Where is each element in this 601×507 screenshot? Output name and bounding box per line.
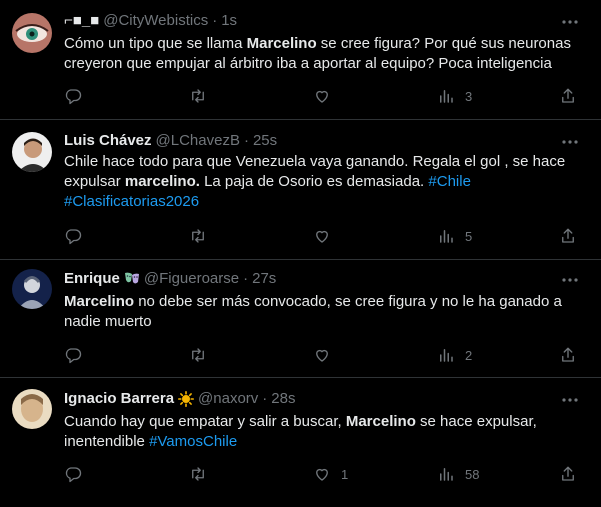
share-icon [562,347,574,362]
share-button[interactable] [559,345,577,365]
like-count: 1 [341,466,349,482]
timestamp[interactable]: 27s [252,269,276,289]
highlighted-keyword: Marcelino [246,35,317,52]
reply-icon [65,467,82,483]
theater-masks-emoji-icon [124,271,140,287]
reply-icon [65,229,82,245]
retweet-button[interactable] [189,226,207,246]
analytics-icon [440,90,453,103]
share-icon [562,228,574,243]
hashtag-link[interactable]: #Clasificatorias2026 [64,193,199,210]
avatar-eye-image [12,13,52,53]
like-button[interactable]: 1 [313,464,348,484]
hashtag-link[interactable]: #VamosChile [149,433,237,450]
share-button[interactable] [559,464,577,484]
views-button[interactable]: 5 [437,226,472,246]
author-name[interactable]: Ignacio Barrera [64,389,174,409]
tweet[interactable]: ⌐■_■ @CityWebistics · 1s Cómo un tipo qu… [0,0,601,120]
tweet-text: Marcelino no debe ser más convocado, se … [64,292,584,332]
author-name[interactable]: ⌐■_■ [64,11,99,31]
share-icon [562,88,574,103]
highlighted-keyword: marcelino. [124,173,200,190]
view-count: 3 [465,88,473,104]
author-handle[interactable]: @CityWebistics [103,11,208,31]
heart-icon [316,230,328,243]
avatar[interactable] [12,269,52,309]
analytics-icon [440,230,453,243]
more-options-icon[interactable] [561,13,579,31]
avatar[interactable] [12,389,52,429]
retweet-icon [192,467,204,481]
tweet-actions: 5 [64,226,584,246]
author-name[interactable]: Enrique [64,269,120,289]
author-handle[interactable]: @naxorv [198,389,258,409]
timestamp[interactable]: 1s [221,11,237,31]
avatar-photo [12,389,52,429]
retweet-icon [192,348,204,362]
retweet-button[interactable] [189,86,207,106]
share-button[interactable] [559,86,577,106]
separator-dot: · [212,12,218,29]
tweet-text: Chile hace todo para que Venezuela vaya … [64,152,584,212]
heart-icon [316,468,328,481]
like-button[interactable] [313,226,341,246]
author-handle[interactable]: @Figueroarse [144,269,239,289]
share-icon [562,466,574,481]
reply-button[interactable] [64,464,82,484]
views-button[interactable]: 2 [437,345,472,365]
tweet-actions: 2 [64,345,584,365]
reply-button[interactable] [64,345,82,365]
tweet[interactable]: Enrique @Figueroarse · 27s Marcelino no … [0,260,601,378]
tweet-text: Cuando hay que empatar y salir a buscar,… [64,412,584,452]
tweet-text-segment: no debe ser más convocado, se cree figur… [64,293,562,330]
heart-icon [316,90,328,103]
author-handle[interactable]: @LChavezB [156,131,240,151]
reply-icon [65,348,82,364]
analytics-icon [440,468,453,481]
more-options-icon[interactable] [561,133,579,151]
tweet[interactable]: Luis Chávez @LChavezB · 25s Chile hace t… [0,120,601,260]
like-button[interactable] [313,345,341,365]
view-count: 5 [465,228,473,244]
views-button[interactable]: 58 [437,464,479,484]
hashtag-link[interactable]: #Chile [428,173,471,190]
timestamp[interactable]: 25s [253,131,277,151]
tweet-text: Cómo un tipo que se llama Marcelino se c… [64,34,584,74]
heart-icon [316,349,328,362]
tweet-actions: 1 58 [64,464,584,484]
like-button[interactable] [313,86,341,106]
share-button[interactable] [559,226,577,246]
avatar[interactable] [12,13,52,53]
retweet-icon [192,229,204,243]
author-name[interactable]: Luis Chávez [64,131,152,151]
tweet-actions: 3 [64,86,584,106]
analytics-icon [440,349,453,362]
views-button[interactable]: 3 [437,86,472,106]
tweet-text-segment: La paja de Osorio es demasiada. [199,173,429,190]
highlighted-keyword: Marcelino [64,293,135,310]
tweet-feed: ⌐■_■ @CityWebistics · 1s Cómo un tipo qu… [0,0,601,507]
retweet-button[interactable] [189,345,207,365]
reply-icon [65,89,82,105]
tweet-text-segment: Cuando hay que empatar y salir a buscar, [64,413,346,430]
retweet-icon [192,89,204,103]
avatar-photo [12,269,52,309]
avatar-photo [12,132,52,172]
more-options-icon[interactable] [561,391,579,409]
reply-button[interactable] [64,226,82,246]
timestamp[interactable]: 28s [271,389,295,409]
more-options-icon[interactable] [561,271,579,289]
separator-dot: · [243,270,249,287]
avatar[interactable] [12,132,52,172]
reply-button[interactable] [64,86,82,106]
sun-emoji-icon [178,391,195,407]
tweet-text-segment: Cómo un tipo que se llama [64,35,247,52]
highlighted-keyword: Marcelino [345,413,416,430]
view-count: 58 [465,466,480,482]
retweet-button[interactable] [189,464,207,484]
separator-dot: · [243,132,249,149]
tweet[interactable]: Ignacio Barrera @naxorv · 28s Cuando hay… [0,378,601,507]
separator-dot: · [262,390,268,407]
view-count: 2 [465,347,473,363]
